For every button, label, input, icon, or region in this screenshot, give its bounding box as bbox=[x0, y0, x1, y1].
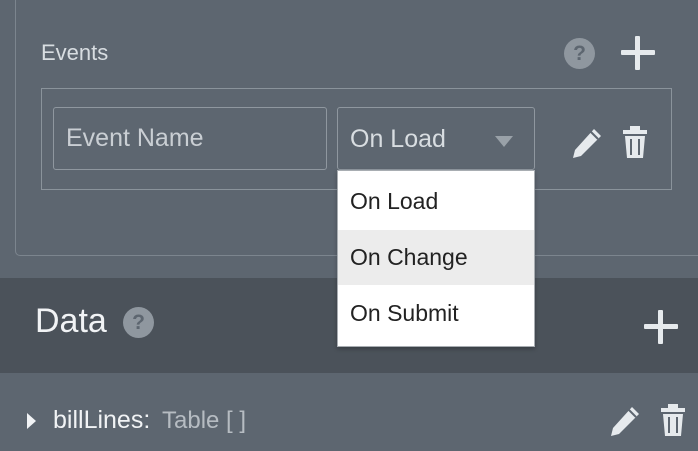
data-item-type: Table [ ] bbox=[162, 407, 247, 434]
dropdown-option-on-submit[interactable]: On Submit bbox=[338, 286, 534, 341]
event-type-dropdown: On Load On Change On Submit bbox=[337, 170, 535, 347]
add-data-plus-icon[interactable] bbox=[644, 310, 678, 344]
event-type-selected-label: On Load bbox=[350, 125, 446, 153]
event-type-select[interactable]: On Load bbox=[337, 107, 535, 170]
dropdown-option-on-load[interactable]: On Load bbox=[338, 174, 534, 229]
data-help-icon[interactable]: ? bbox=[123, 307, 154, 338]
add-event-plus-icon[interactable] bbox=[621, 36, 655, 70]
events-title: Events bbox=[41, 40, 109, 65]
caret-right-icon[interactable] bbox=[27, 413, 36, 429]
edit-event-pencil-icon[interactable] bbox=[570, 126, 604, 160]
data-title: Data bbox=[35, 302, 107, 340]
delete-data-trash-icon[interactable] bbox=[660, 403, 686, 437]
delete-event-trash-icon[interactable] bbox=[622, 125, 648, 159]
edit-data-pencil-icon[interactable] bbox=[608, 404, 642, 438]
events-help-icon[interactable]: ? bbox=[564, 38, 595, 69]
data-item-name: billLines: bbox=[53, 406, 151, 434]
event-name-input[interactable] bbox=[53, 107, 327, 170]
caret-down-icon bbox=[495, 136, 513, 147]
dropdown-option-on-change[interactable]: On Change bbox=[338, 230, 534, 285]
